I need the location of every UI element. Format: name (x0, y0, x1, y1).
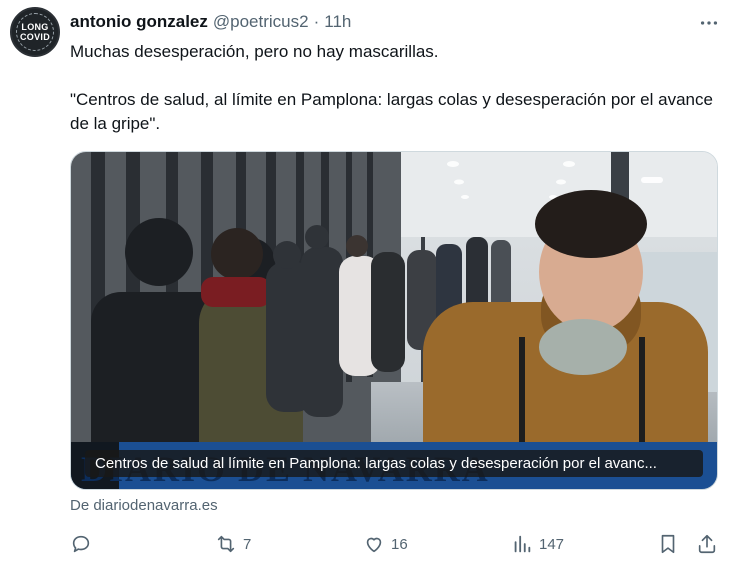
repost-button[interactable]: 7 (215, 530, 251, 558)
repost-count: 7 (243, 535, 252, 553)
repost-icon (217, 535, 235, 553)
like-button[interactable]: 16 (363, 530, 408, 558)
reply-icon (72, 535, 90, 553)
timestamp[interactable]: 11h (324, 12, 351, 32)
tweet-text-line-1: Muchas desesperación, pero no hay mascar… (70, 42, 439, 61)
bookmark-button[interactable] (657, 530, 679, 558)
tweet-text-line-2: "Centros de salud, al límite en Pamplona… (70, 90, 713, 133)
separator: · (313, 12, 320, 31)
like-icon (366, 537, 382, 553)
views-button[interactable]: 147 (511, 530, 564, 558)
tweet-text: Muchas desesperación, pero no hay mascar… (70, 40, 720, 160)
card-caption[interactable]: Centros de salud al límite en Pamplona: … (85, 450, 703, 477)
avatar-text-long: LONG (21, 22, 49, 32)
views-icon (514, 535, 531, 553)
tweet-header: antonio gonzalez @poetricus2 · 11h (70, 11, 720, 33)
action-bar: 7 16 147 (70, 530, 720, 558)
views-count: 147 (539, 535, 565, 553)
card-source[interactable]: De diariodenavarra.es (70, 497, 218, 514)
share-icon (698, 534, 716, 554)
author-name[interactable]: antonio gonzalez (70, 12, 208, 32)
bookmark-icon (661, 534, 675, 554)
author-handle[interactable]: @poetricus2 (213, 12, 309, 32)
reply-button[interactable] (70, 530, 98, 558)
card-photo (71, 152, 717, 489)
share-button[interactable] (696, 530, 718, 558)
avatar-text-covid: COVID (19, 32, 50, 42)
like-count: 16 (391, 535, 408, 553)
avatar[interactable]: LONG COVID (10, 7, 60, 57)
more-icon[interactable] (698, 12, 720, 32)
link-card[interactable]: DIARIO DE NAVARRA Centros de salud al lí… (70, 151, 718, 490)
